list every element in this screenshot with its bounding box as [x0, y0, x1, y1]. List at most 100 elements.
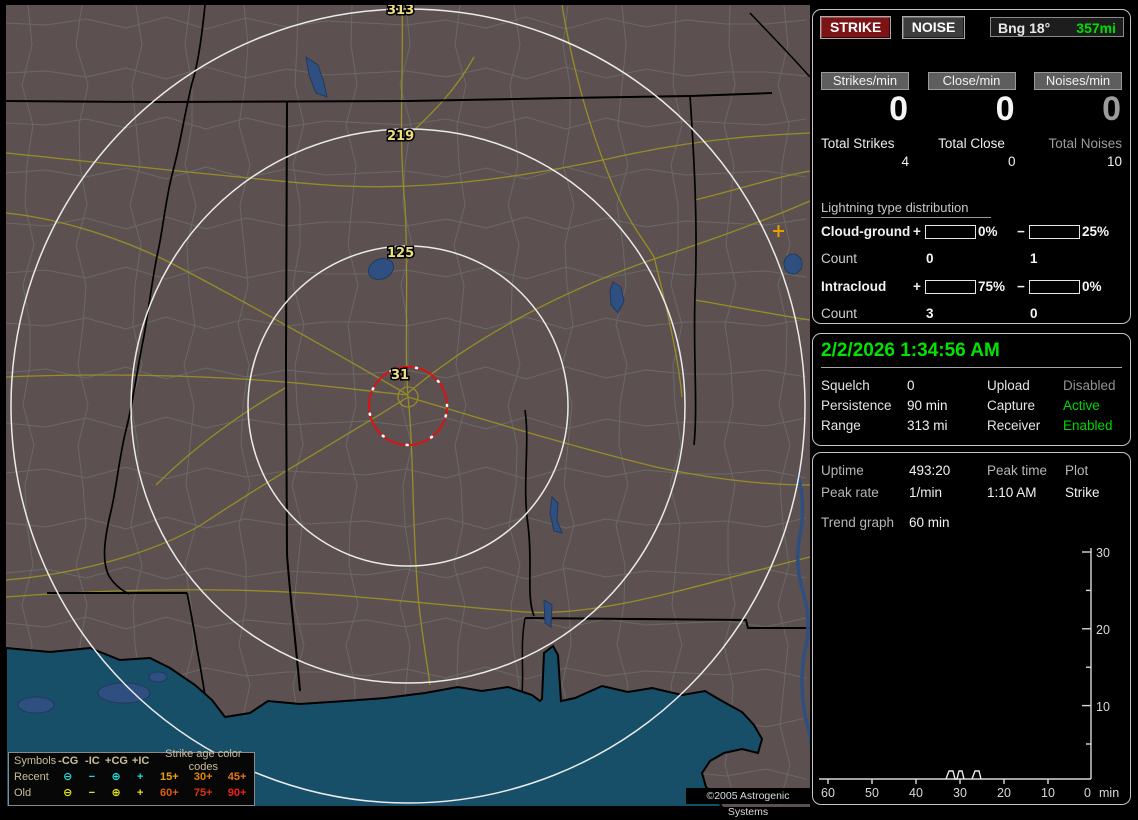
capture-status: Active — [1063, 398, 1100, 413]
status-row-2: Persistence 90 min Capture Active — [821, 398, 1126, 414]
distribution-title: Lightning type distribution — [821, 200, 991, 218]
age-15: 15+ — [159, 770, 179, 783]
ring-label-313: 313 — [387, 5, 414, 18]
trend-window-value: 60 min — [909, 515, 950, 530]
cg-minus-bar — [1029, 225, 1080, 239]
neg-cg-recent-icon: ⊖ — [63, 770, 73, 783]
pos-cg-recent-icon: ⊕ — [111, 770, 121, 783]
ic-minus-bar — [1029, 280, 1080, 294]
ring-label-31: 31 — [391, 368, 409, 383]
total-strikes-value: 4 — [901, 153, 909, 169]
total-strikes-label: Total Strikes — [821, 135, 895, 151]
cg-minus-pct: 25% — [1082, 224, 1110, 239]
y-tick-30: 30 — [1096, 546, 1110, 560]
lightning-map: 313 219 125 31 Symbols -CG -IC +CG +IC S… — [6, 5, 810, 818]
legend-recent-row: Recent ⊖ − ⊕ + 15+ 30+ 45+ — [9, 769, 254, 785]
strikes-per-min-value: 0 — [889, 90, 909, 128]
cloud-ground-count-row: Count 0 1 — [821, 251, 1124, 266]
bearing-range-value: 357mi — [1076, 20, 1116, 36]
squelch-label: Squelch — [821, 378, 870, 393]
close-counter-column: Close/min 0 Total Close 0 — [927, 72, 1016, 169]
strikes-per-min-badge: Strikes/min — [821, 72, 909, 90]
range-label: Range — [821, 418, 861, 433]
strike-stats-groupbox: STRIKE NOISE Bng 18° 357mi Strikes/min 0… — [812, 9, 1131, 324]
peak-time-value: 1:10 AM — [987, 485, 1037, 500]
strikes-counter-column: Strikes/min 0 Total Strikes 4 — [821, 72, 909, 169]
neg-cg-old-icon: ⊖ — [63, 786, 73, 799]
persistence-label: Persistence — [821, 398, 892, 413]
trend-groupbox: Uptime 493:20 Peak time Plot Peak rate 1… — [812, 452, 1131, 805]
legend-recent-label: Recent — [14, 770, 49, 783]
upload-status: Disabled — [1063, 378, 1116, 393]
x-tick-0: 0 — [1084, 786, 1091, 800]
intracloud-row: Intracloud + 75% − 0% — [821, 279, 1124, 294]
status-groupbox: 2/2/2026 1:34:56 AM Squelch 0 Upload Dis… — [812, 333, 1131, 446]
upload-label: Upload — [987, 378, 1030, 393]
neg-ic-old-icon: − — [88, 786, 96, 799]
neg-ic-recent-icon: − — [88, 770, 96, 783]
x-tick-50: 50 — [865, 786, 879, 800]
cg-plus-pct: 0% — [978, 224, 998, 239]
x-tick-10: 10 — [1041, 786, 1055, 800]
map-legend: Symbols -CG -IC +CG +IC Strike age color… — [8, 748, 255, 806]
peak-rate-label: Peak rate — [821, 485, 879, 500]
legend-old-row: Old ⊖ − ⊕ + 60+ 75+ 90+ — [9, 785, 254, 801]
total-close-value: 0 — [1007, 153, 1016, 169]
capture-label: Capture — [987, 398, 1036, 413]
legend-col-pos-ic: +IC — [131, 754, 150, 767]
pos-ic-recent-icon: + — [137, 770, 144, 783]
ic-plus-bar — [925, 280, 976, 294]
age-30: 30+ — [193, 770, 213, 783]
pos-ic-old-icon: + — [137, 786, 144, 799]
noises-per-min-value: 0 — [1102, 90, 1122, 128]
total-close-label: Total Close — [938, 135, 1005, 151]
legend-header-row: Symbols -CG -IC +CG +IC Strike age color… — [9, 748, 254, 773]
peak-rate-value: 1/min — [909, 485, 943, 500]
trend-graph-row: Trend graph 60 min — [821, 515, 1126, 531]
intracloud-label: Intracloud — [821, 279, 887, 294]
status-row-3: Range 313 mi Receiver Enabled — [821, 418, 1126, 434]
close-per-min-value: 0 — [995, 90, 1016, 128]
app-window: { "panel": { "strike_button": "STRIKE", … — [0, 0, 1138, 818]
x-tick-40: 40 — [909, 786, 923, 800]
legend-col-neg-ic: -IC — [85, 754, 100, 767]
x-tick-60: 60 — [821, 786, 835, 800]
peak-time-label: Peak time — [987, 463, 1048, 478]
x-tick-30: 30 — [953, 786, 967, 800]
minus-sign: − — [1017, 224, 1025, 239]
trend-graph-label: Trend graph — [821, 515, 895, 530]
bearing-label: Bng 18° — [998, 20, 1051, 36]
strike-mode-button[interactable]: STRIKE — [820, 16, 892, 39]
uptime-row: Uptime 493:20 Peak time Plot — [821, 463, 1126, 479]
range-value: 313 mi — [907, 418, 948, 433]
x-tick-20: 20 — [997, 786, 1011, 800]
trend-axes — [819, 548, 1092, 784]
ic-plus-count: 3 — [926, 306, 934, 321]
plus-sign: + — [913, 279, 921, 294]
legend-col-pos-cg: +CG — [105, 754, 128, 767]
plus-sign: + — [913, 224, 921, 239]
cg-plus-count: 0 — [926, 251, 934, 266]
count-label: Count — [821, 251, 858, 266]
trend-graph: 30 20 10 60 50 40 30 20 10 0 min — [819, 546, 1119, 800]
legend-old-label: Old — [14, 786, 32, 799]
age-75: 75+ — [193, 786, 213, 799]
trend-axis-labels: 30 20 10 60 50 40 30 20 10 0 min — [821, 546, 1119, 800]
age-45: 45+ — [227, 770, 247, 783]
cloud-ground-row: Cloud-ground + 0% − 25% — [821, 224, 1124, 239]
legend-symbols-title: Symbols — [14, 754, 57, 767]
persistence-value: 90 min — [907, 398, 948, 413]
minus-sign: − — [1017, 279, 1025, 294]
x-axis-unit: min — [1099, 786, 1119, 800]
noise-mode-button[interactable]: NOISE — [901, 16, 966, 39]
total-noises-value: 10 — [1106, 153, 1122, 169]
noises-counter-column: Noises/min 0 Total Noises 10 — [1034, 72, 1122, 169]
peak-rate-row: Peak rate 1/min 1:10 AM Strike — [821, 485, 1126, 501]
age-60: 60+ — [159, 786, 179, 799]
status-row-1: Squelch 0 Upload Disabled — [821, 378, 1126, 394]
ic-minus-pct: 0% — [1082, 279, 1102, 294]
ring-label-125: 125 — [387, 246, 414, 261]
cloud-ground-label: Cloud-ground — [821, 224, 911, 239]
intracloud-count-row: Count 3 0 — [821, 306, 1124, 321]
legend-col-neg-cg: -CG — [58, 754, 79, 767]
